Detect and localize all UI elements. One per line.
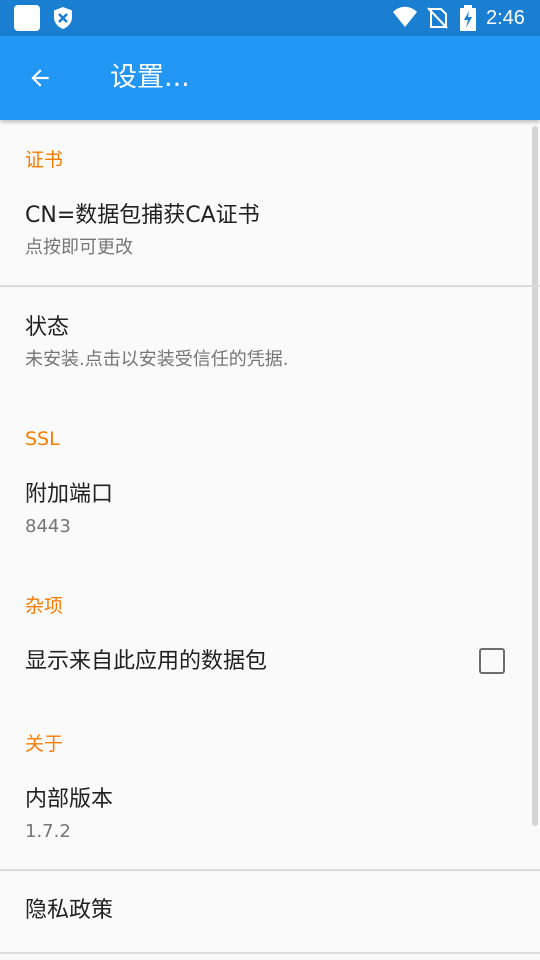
privacy-policy-label: 隐私政策	[25, 898, 114, 923]
arrow-left-icon	[31, 69, 49, 87]
ca-certificate-title: CN=数据包捕获CA证书	[25, 203, 260, 228]
status-row[interactable]	[0, 287, 540, 387]
divider	[0, 952, 540, 954]
additional-port-value: 8443	[25, 516, 71, 537]
wifi-icon	[393, 6, 417, 27]
show-app-packets-checkbox[interactable]	[479, 648, 505, 674]
show-app-packets-label: 显示来自此应用的数据包	[25, 649, 268, 674]
status-bar: 2:46	[0, 0, 540, 36]
status-time: 2:46	[486, 7, 525, 29]
build-version-row[interactable]	[0, 766, 540, 868]
additional-port-row[interactable]	[0, 460, 540, 560]
battery-charging-icon	[460, 5, 476, 31]
status-title: 状态	[25, 315, 70, 340]
status-summary: 未安装.点击以安装受信任的凭据.	[25, 349, 289, 370]
build-version-title: 内部版本	[25, 787, 114, 812]
shield-icon	[54, 7, 72, 29]
category-certificate: 证书	[25, 149, 64, 171]
back-button[interactable]	[16, 54, 64, 102]
page-title: 设置...	[110, 62, 190, 93]
category-about: 关于	[25, 733, 64, 755]
app-bar: 设置...	[0, 36, 540, 120]
settings-list[interactable]: 证书 CN=数据包捕获CA证书 点按即可更改 状态 未安装.点击以安装受信任的凭…	[0, 120, 540, 960]
ca-certificate-summary: 点按即可更改	[25, 237, 133, 258]
category-ssl: SSL	[25, 428, 60, 450]
category-misc: 杂项	[25, 595, 64, 617]
additional-port-title: 附加端口	[25, 482, 114, 507]
ca-certificate-row[interactable]	[0, 182, 540, 286]
no-sim-icon	[427, 7, 448, 29]
build-version-value: 1.7.2	[25, 821, 71, 842]
app-notification-icon	[14, 5, 40, 31]
